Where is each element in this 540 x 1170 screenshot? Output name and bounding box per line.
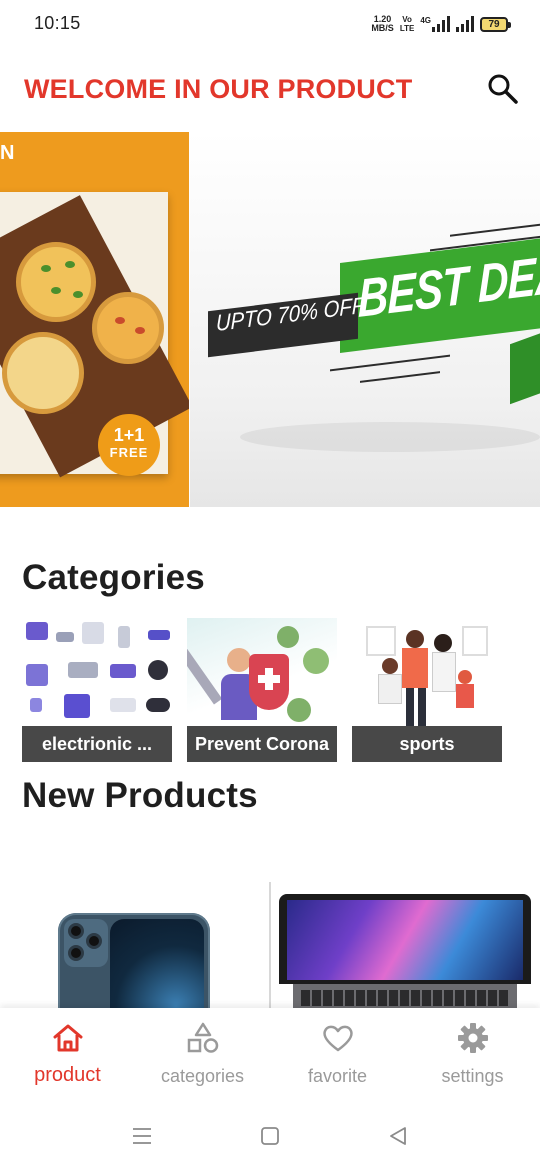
back-icon[interactable] — [386, 1124, 410, 1148]
product-divider — [269, 882, 271, 1008]
nav-item-settings[interactable]: settings — [405, 1008, 540, 1104]
laptop-image — [277, 894, 533, 1008]
system-navigation-bar — [0, 1104, 540, 1170]
banner-slide-best-deal[interactable]: UPTO 70% OFF BEST DEA — [190, 132, 540, 507]
slide-edge-text: N — [0, 142, 15, 164]
phone-image — [58, 913, 210, 1008]
category-label: Prevent Corona — [187, 726, 337, 762]
category-card-prevent-corona[interactable]: Prevent Corona — [187, 618, 337, 762]
status-time: 10:15 — [34, 13, 81, 33]
search-button[interactable] — [486, 72, 520, 106]
nav-label-settings: settings — [441, 1066, 504, 1086]
home-square-icon[interactable] — [258, 1124, 282, 1148]
bottom-navigation: product categories favorite settings — [0, 1008, 540, 1104]
nav-label-categories: categories — [160, 1066, 245, 1086]
category-card-electronic[interactable]: electrionic ... — [22, 618, 172, 762]
heart-icon — [322, 1025, 353, 1052]
network-speed: 1.20 MB/S — [371, 14, 394, 33]
app-bar: WELCOME IN OUR PRODUCT — [0, 50, 540, 132]
nav-label-product: product — [34, 1064, 101, 1086]
new-products-title: New Products — [22, 776, 258, 815]
category-label: electrionic ... — [22, 726, 172, 762]
free-badge: 1+1 FREE — [98, 414, 160, 476]
nav-item-favorite[interactable]: favorite — [270, 1008, 405, 1104]
banner-slide-pizza[interactable]: N 1+1 FREE — [0, 132, 189, 507]
nav-label-favorite: favorite — [307, 1066, 368, 1086]
volte-icon: Vo LTE — [399, 15, 415, 33]
signal-icon: 4G — [420, 16, 450, 32]
status-icons: 1.20 MB/S Vo LTE 4G 79 — [371, 13, 511, 35]
category-card-sports[interactable]: sports — [352, 618, 502, 762]
gear-icon — [457, 1023, 488, 1053]
nav-item-categories[interactable]: categories — [135, 1008, 270, 1104]
categories-title: Categories — [22, 558, 205, 597]
banner-carousel[interactable]: N 1+1 FREE UPTO 70% OFF BEST DEA — [0, 132, 540, 507]
home-icon — [53, 1024, 82, 1052]
category-label: sports — [352, 726, 502, 762]
app-title: WELCOME IN OUR PRODUCT — [24, 74, 413, 104]
status-bar: 10:15 1.20 MB/S Vo LTE 4G 79 — [0, 0, 540, 50]
search-icon — [488, 74, 518, 104]
menu-icon[interactable] — [130, 1124, 154, 1148]
signal-icon-2 — [456, 16, 474, 32]
nav-item-product[interactable]: product — [0, 1008, 135, 1104]
shapes-icon — [187, 1022, 218, 1053]
new-products-list[interactable] — [0, 830, 540, 1008]
battery-icon: 79 — [480, 16, 511, 32]
